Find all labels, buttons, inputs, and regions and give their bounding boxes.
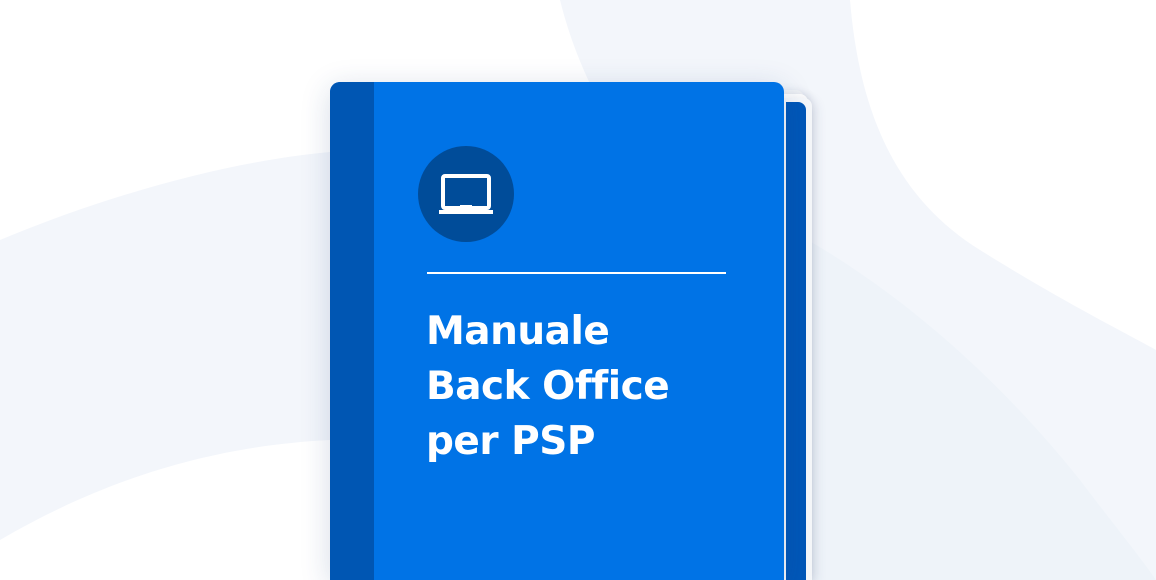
laptop-icon [439, 174, 493, 214]
cover-divider [427, 272, 726, 274]
book-title: Manuale Back Office per PSP [426, 304, 756, 469]
book-cover: Manuale Back Office per PSP [330, 82, 784, 580]
laptop-icon-badge [418, 146, 514, 242]
book-title-line-1: Manuale [426, 309, 610, 354]
book-title-line-2: Back Office [426, 364, 670, 409]
book-back-cover-edge [786, 102, 806, 580]
book: Manuale Back Office per PSP [330, 82, 812, 580]
book-title-line-3: per PSP [426, 419, 595, 464]
book-spine [330, 82, 374, 580]
